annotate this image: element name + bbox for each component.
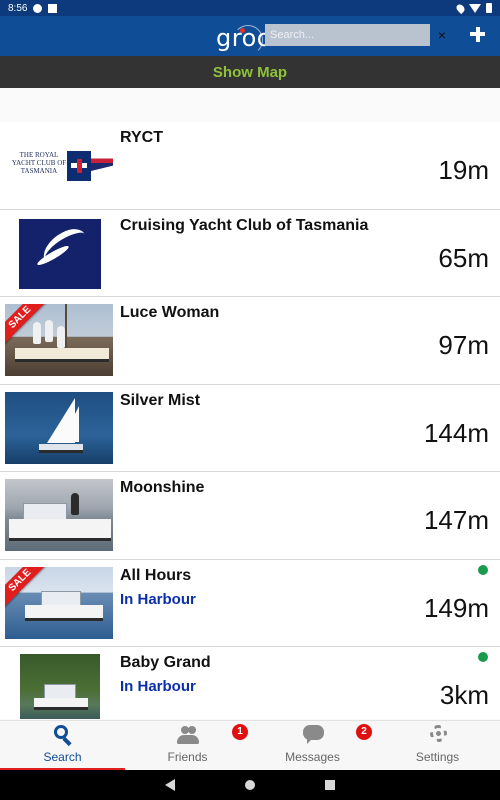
logo-signal-icon (233, 25, 263, 55)
tab-label: Settings (415, 750, 460, 764)
item-title: Baby Grand (120, 654, 211, 671)
logo-dot-icon (240, 28, 245, 33)
boat-photo: SALE (5, 304, 113, 376)
friends-icon (176, 725, 200, 745)
list-item-silver-mist[interactable]: Silver Mist 144m (0, 384, 500, 472)
tab-label: Friends (167, 750, 208, 764)
add-button[interactable] (467, 23, 489, 47)
results-list[interactable]: THE ROYAL YACHT CLUB OF TASMANIA RYCT 19… (0, 122, 500, 719)
search-icon (51, 725, 75, 747)
list-item-ryct[interactable]: THE ROYAL YACHT CLUB OF TASMANIA RYCT 19… (0, 122, 500, 210)
back-icon[interactable] (165, 779, 175, 791)
location-icon (454, 2, 467, 14)
item-title: Luce Woman (120, 304, 220, 321)
gear-icon (426, 725, 450, 745)
system-nav-bar (0, 770, 500, 800)
status-bar: 8:56 (0, 0, 500, 16)
tab-settings[interactable]: Settings (375, 721, 500, 770)
list-item-moonshine[interactable]: Moonshine 147m (0, 472, 500, 560)
boat-photo: SALE (5, 566, 113, 639)
item-status: In Harbour (120, 590, 196, 608)
home-icon[interactable] (245, 780, 255, 790)
list-item-cruising-yacht-club[interactable]: Cruising Yacht Club of Tasmania 65m (0, 209, 500, 297)
tab-label: Search (43, 750, 82, 764)
boat-photo (5, 479, 113, 551)
messages-icon (301, 725, 325, 745)
online-status-dot (478, 652, 488, 662)
ryct-logo-text: THE ROYAL YACHT CLUB OF TASMANIA (11, 151, 67, 175)
storage-status-icon (48, 3, 58, 13)
item-distance: 65m (438, 242, 489, 273)
recent-apps-icon[interactable] (325, 780, 335, 790)
status-time: 8:56 (8, 2, 28, 14)
search-input[interactable] (265, 24, 430, 46)
item-title: All Hours (120, 566, 192, 584)
boat-photo (20, 654, 100, 719)
item-distance: 147m (423, 505, 489, 535)
item-distance: 19m (438, 155, 489, 185)
item-distance: 144m (423, 417, 489, 448)
list-item-all-hours[interactable]: SALE All Hours In Harbour 149m (0, 559, 500, 647)
app-bar: groo × (0, 16, 500, 56)
bottom-tab-bar: Search 1 Friends 2 Messages Settings (0, 720, 500, 771)
item-title: Silver Mist (120, 391, 201, 409)
settings-status-icon (33, 3, 43, 13)
friends-badge: 1 (232, 724, 248, 740)
list-item-luce-woman[interactable]: SALE Luce Woman 97m (0, 297, 500, 385)
show-map-label: Show Map (212, 63, 288, 81)
item-distance: 149m (423, 592, 489, 623)
wifi-icon (469, 3, 481, 13)
show-map-button[interactable]: Show Map (0, 56, 500, 88)
list-item-baby-grand[interactable]: Baby Grand In Harbour 3km (0, 647, 500, 719)
tab-label: Messages (285, 750, 340, 764)
item-distance: 3km (439, 680, 489, 710)
tab-search[interactable]: Search (0, 721, 125, 771)
item-title: Moonshine (120, 479, 205, 496)
item-title: RYCT (120, 129, 163, 146)
item-status: In Harbour (120, 678, 196, 695)
battery-icon (486, 3, 492, 13)
clear-search-button[interactable]: × (433, 25, 451, 45)
online-status-dot (478, 564, 488, 575)
item-title: Cruising Yacht Club of Tasmania (120, 216, 369, 234)
item-distance: 97m (438, 330, 489, 360)
tab-friends[interactable]: 1 Friends (125, 721, 250, 770)
boat-photo (5, 391, 113, 464)
ryct-logo-image: THE ROYAL YACHT CLUB OF TASMANIA (5, 129, 113, 201)
ensign-flag-icon (67, 151, 91, 181)
tab-messages[interactable]: 2 Messages (250, 721, 375, 770)
messages-badge: 2 (356, 724, 372, 740)
albatross-logo-image (5, 216, 113, 289)
